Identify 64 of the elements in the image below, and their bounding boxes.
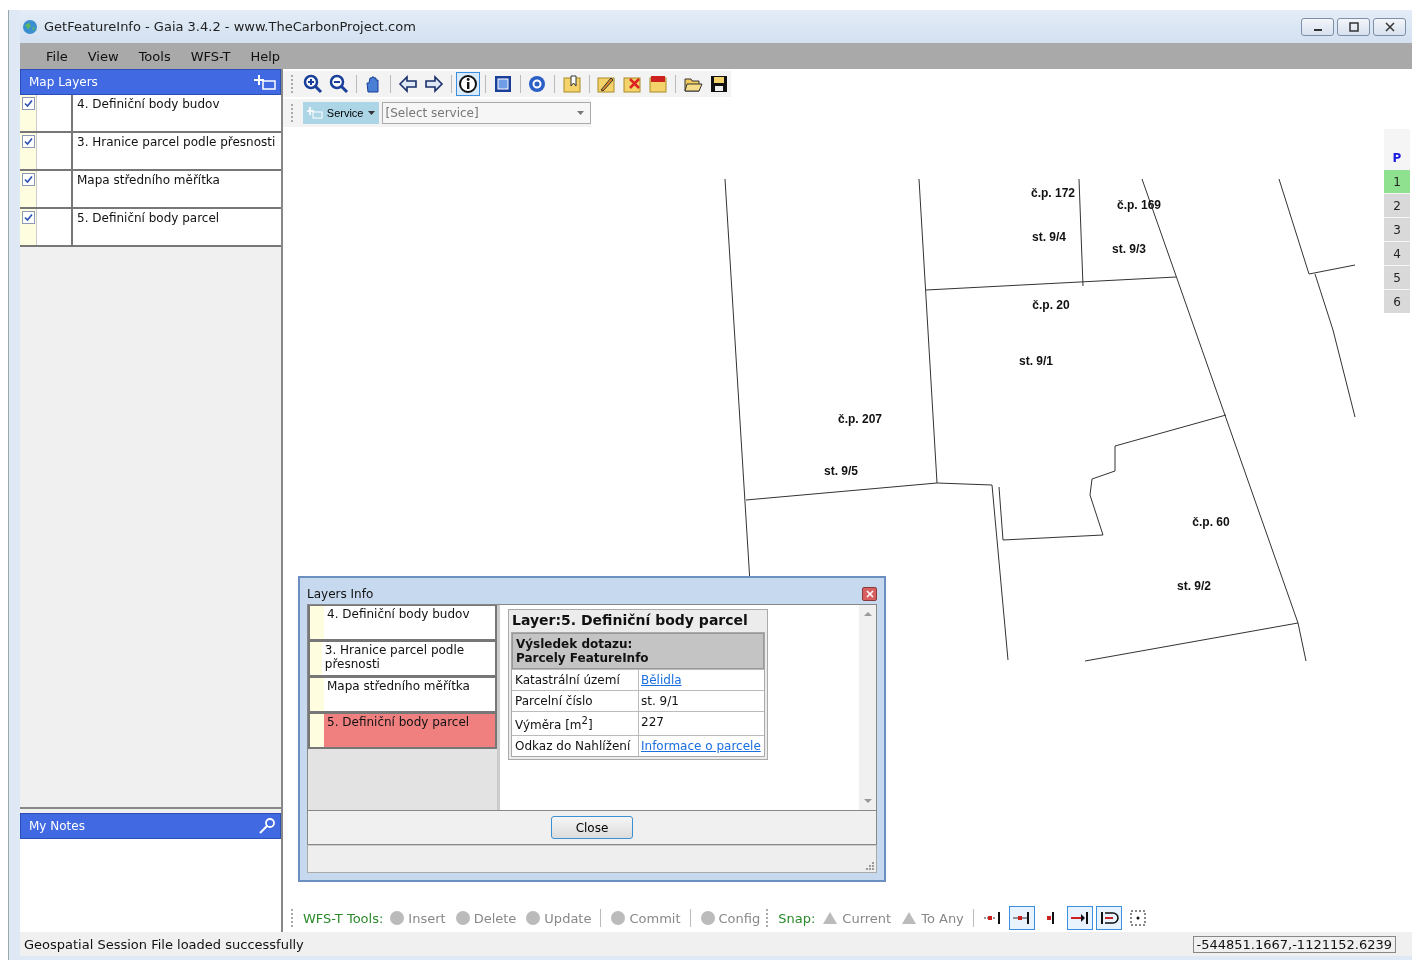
globe-icon [22, 18, 38, 35]
maximize-button[interactable] [1337, 17, 1370, 36]
circle-icon [610, 910, 627, 926]
add-service-icon [306, 107, 323, 119]
table-cell: Parcelní číslo [512, 690, 639, 711]
table-cell: 227 [641, 714, 664, 729]
circle-icon [389, 910, 406, 926]
service-dropdown[interactable]: [Select service] [381, 102, 591, 124]
table-cell: Výměra [m$^{2}$] [512, 711, 639, 735]
table-cell: st. 9/1 [641, 693, 679, 708]
close-button[interactable]: Close [551, 816, 633, 840]
circle-icon [525, 910, 542, 926]
toolbar-label: WFS-T Tools: [303, 910, 384, 926]
menu-item[interactable]: View [77, 48, 129, 64]
maximize-icon [1348, 21, 1359, 32]
menu-item[interactable]: File [36, 48, 78, 64]
page-tab[interactable]: 5 [1384, 266, 1410, 289]
circle-icon [454, 910, 471, 926]
value-link[interactable]: Bělidla [641, 672, 682, 687]
result-heading: Výsledek dotazu: Parcely FeatureInfo [512, 632, 764, 669]
layer-heading: Layer:5. Definiční body parcel [511, 610, 749, 630]
status-message: Geospatial Session File loaded successfully [24, 936, 304, 952]
page-tab[interactable]: 3 [1384, 218, 1410, 241]
triangle-icon [821, 910, 840, 926]
resize-grip-icon[interactable] [864, 860, 874, 870]
close-button[interactable] [862, 586, 877, 601]
triangle-icon [900, 910, 919, 926]
layer-checkbox[interactable] [22, 97, 35, 110]
page-tab[interactable]: 1 [1384, 170, 1410, 193]
close-icon [865, 589, 874, 598]
minimize-button[interactable] [1301, 17, 1334, 36]
value-link[interactable]: Informace o parcele [641, 738, 761, 753]
close-icon [1384, 21, 1395, 32]
panel-title: Map Layers [29, 75, 98, 89]
snap-loop-icon[interactable] [1095, 906, 1122, 930]
circle-icon [699, 910, 716, 926]
page-tab[interactable]: 6 [1384, 290, 1410, 313]
layer-checkbox[interactable] [22, 211, 35, 224]
window-title: GetFeatureInfo - Gaia 3.4.2 - www.TheCarbonProject.com [44, 19, 416, 34]
layer-checkbox[interactable] [22, 135, 35, 148]
caret-icon [367, 110, 375, 116]
dialog-title: Layers Info [307, 586, 374, 601]
menu-item[interactable]: WFS-T [180, 48, 241, 64]
table-cell: Odkaz do Nahlížení [512, 735, 639, 756]
toolbar-label: Snap: [778, 910, 816, 926]
layer-list-item[interactable]: 4. Definiční body budov [308, 604, 497, 641]
service-button[interactable]: Service [302, 102, 379, 124]
layer-list-item[interactable]: 3. Hranice parcel podle přesnosti [308, 640, 497, 677]
info-icon[interactable] [456, 72, 481, 96]
minimize-icon [1313, 29, 1322, 31]
menu-item[interactable]: Help [240, 48, 291, 64]
snap-segment-icon[interactable] [1008, 906, 1035, 930]
menu-item[interactable]: Tools [128, 48, 181, 64]
page-tab[interactable]: 4 [1384, 242, 1410, 265]
page-tab[interactable]: 2 [1384, 194, 1410, 217]
layer-list-item[interactable]: Mapa středního měřítka [308, 676, 497, 713]
layer-checkbox[interactable] [22, 173, 35, 186]
close-button[interactable] [1373, 17, 1406, 36]
layer-list-item[interactable]: 5. Definiční body parcel [308, 712, 497, 749]
table-cell: Katastrální území [512, 669, 639, 690]
caret-icon[interactable] [577, 111, 584, 116]
panel-title: My Notes [29, 819, 85, 833]
add-layer-icon[interactable] [254, 74, 276, 90]
coordinates-readout: -544851.1667,-1121152.6239 [1192, 935, 1396, 953]
